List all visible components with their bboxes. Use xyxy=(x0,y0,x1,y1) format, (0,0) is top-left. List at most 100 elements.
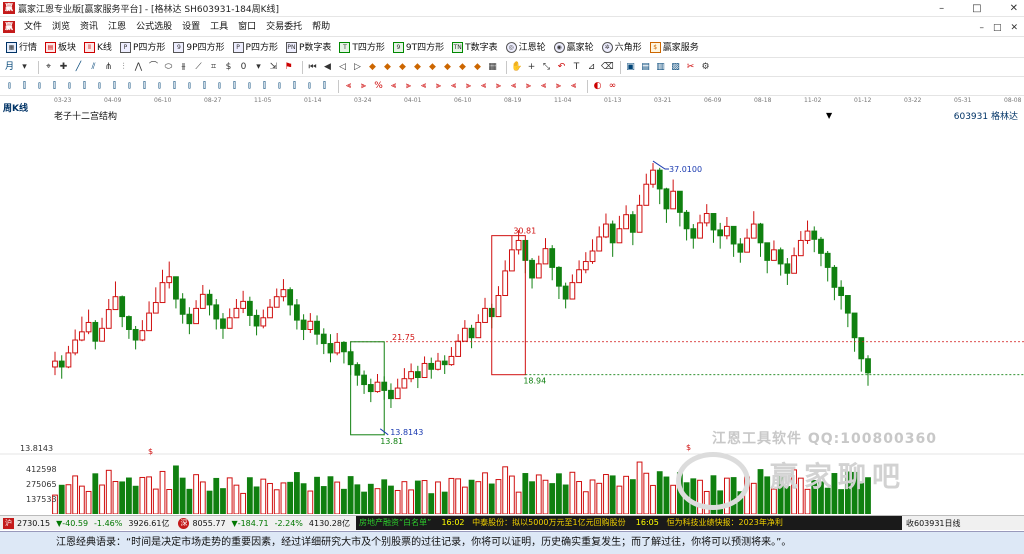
sectors-button[interactable]: ▤ 板块 xyxy=(45,38,76,58)
menu-help[interactable]: 帮助 xyxy=(307,18,335,37)
t-square-button[interactable]: T T四方形 xyxy=(339,38,385,58)
indicator-21-icon[interactable]: ⫾ xyxy=(304,81,315,92)
first-icon[interactable]: ⏮ xyxy=(307,62,318,73)
indicator-15-icon[interactable]: ⫾ xyxy=(214,81,225,92)
chart-tool-12-icon[interactable]: ⫸ xyxy=(523,81,534,92)
period-label[interactable]: 周K线 xyxy=(3,101,28,114)
diamond-1-icon[interactable]: ◆ xyxy=(367,62,378,73)
save-icon[interactable]: ▣ xyxy=(625,62,636,73)
chart-tool-15-icon[interactable]: ⫷ xyxy=(568,81,579,92)
chart-tool-13-icon[interactable]: ⫷ xyxy=(538,81,549,92)
indicator-14-icon[interactable]: ⫿ xyxy=(199,81,210,92)
color-wheel-icon[interactable]: ◐ xyxy=(592,81,603,92)
menu-window[interactable]: 窗口 xyxy=(233,18,261,37)
indicator-1-icon[interactable]: ⫾ xyxy=(4,81,15,92)
9p-square-button[interactable]: 9 9P四方形 xyxy=(173,38,225,58)
indicator-10-icon[interactable]: ⫿ xyxy=(139,81,150,92)
indicator-13-icon[interactable]: ⫾ xyxy=(184,81,195,92)
indicator-5-icon[interactable]: ⫾ xyxy=(64,81,75,92)
chart-tool-5-icon[interactable]: ⫷ xyxy=(418,81,429,92)
indicator-18-icon[interactable]: ⫿ xyxy=(259,81,270,92)
winner-wheel-button[interactable]: ◉ 赢家轮 xyxy=(553,38,594,58)
indicator-4-icon[interactable]: ⫿ xyxy=(49,81,60,92)
infinity-icon[interactable]: ∞ xyxy=(607,81,618,92)
mdi-restore-button[interactable]: □ xyxy=(993,23,1002,33)
hexagon-button[interactable]: ✲ 六角形 xyxy=(601,38,642,58)
9t-square-button[interactable]: 9 9T四方形 xyxy=(392,38,444,58)
step-right-icon[interactable]: ▷ xyxy=(352,62,363,73)
chart-tool-14-icon[interactable]: ⫸ xyxy=(553,81,564,92)
zero-tool-icon[interactable]: 0 xyxy=(238,62,249,73)
menu-settings[interactable]: 设置 xyxy=(177,18,205,37)
fan-tool-icon[interactable]: ⋀ xyxy=(133,62,144,73)
percent-icon[interactable]: % xyxy=(373,81,384,92)
menu-tools[interactable]: 工具 xyxy=(205,18,233,37)
ellipse-tool-icon[interactable]: ⬭ xyxy=(163,62,174,73)
tools-icon[interactable]: ✂ xyxy=(685,62,696,73)
menu-news[interactable]: 资讯 xyxy=(75,18,103,37)
cross-icon[interactable]: ✚ xyxy=(58,62,69,73)
gann-grid-icon[interactable]: ⌗ xyxy=(208,62,219,73)
chart-tool-6-icon[interactable]: ⫸ xyxy=(433,81,444,92)
p-table-button[interactable]: PN P数字表 xyxy=(285,38,331,58)
menu-gann[interactable]: 江恩 xyxy=(103,18,131,37)
chart-tool-1-icon[interactable]: ⫷ xyxy=(343,81,354,92)
close-button[interactable]: ✕ xyxy=(1010,3,1018,14)
p-square2-button[interactable]: P P四方形 xyxy=(232,38,278,58)
indicator-9-icon[interactable]: ⫾ xyxy=(124,81,135,92)
menu-file[interactable]: 文件 xyxy=(19,18,47,37)
menu-browse[interactable]: 浏览 xyxy=(47,18,75,37)
diamond-8-icon[interactable]: ◆ xyxy=(472,62,483,73)
indicator-6-icon[interactable]: ⫿ xyxy=(79,81,90,92)
restore-button[interactable]: □ xyxy=(972,3,981,14)
indicator-11-icon[interactable]: ⫾ xyxy=(154,81,165,92)
service-button[interactable]: $ 赢家服务 xyxy=(649,38,699,58)
erase-icon[interactable]: ⌫ xyxy=(601,62,614,73)
index2-icon[interactable]: 深 xyxy=(178,517,190,529)
line-tool-icon[interactable]: ╱ xyxy=(73,62,84,73)
t-table-button[interactable]: TN T数字表 xyxy=(452,38,498,58)
calendar-grid-icon[interactable]: ▦ xyxy=(487,62,498,73)
indicator-19-icon[interactable]: ⫾ xyxy=(274,81,285,92)
dollar-tool-icon[interactable]: $ xyxy=(223,62,234,73)
gann-fan-icon[interactable]: ⟋ xyxy=(193,62,204,73)
chevron-down-icon[interactable]: ▾ xyxy=(253,62,264,73)
pointer-icon[interactable]: ⌖ xyxy=(43,62,54,73)
indicator-12-icon[interactable]: ⫿ xyxy=(169,81,180,92)
indicator-16-icon[interactable]: ⫿ xyxy=(229,81,240,92)
chart-tool-10-icon[interactable]: ⫸ xyxy=(493,81,504,92)
p-square-button[interactable]: P P四方形 xyxy=(119,38,165,58)
export-icon[interactable]: ▨ xyxy=(670,62,681,73)
chart-tool-8-icon[interactable]: ⫸ xyxy=(463,81,474,92)
indicator-8-icon[interactable]: ⫿ xyxy=(109,81,120,92)
arc-tool-icon[interactable]: ⌒ xyxy=(148,62,159,73)
play-left-icon[interactable]: ◀ xyxy=(322,62,333,73)
step-left-icon[interactable]: ◁ xyxy=(337,62,348,73)
text-icon[interactable]: T xyxy=(571,62,582,73)
chart-tool-9-icon[interactable]: ⫷ xyxy=(478,81,489,92)
period-select[interactable]: 月 xyxy=(4,62,15,73)
fork-tool-icon[interactable]: ⋔ xyxy=(103,62,114,73)
chevron-down-icon[interactable]: ▾ xyxy=(19,62,30,73)
bar-tool-icon[interactable]: ⫶ xyxy=(118,62,129,73)
mdi-minimize-button[interactable]: – xyxy=(979,23,984,33)
indicator-7-icon[interactable]: ⫾ xyxy=(94,81,105,92)
print-icon[interactable]: ▥ xyxy=(655,62,666,73)
undo-icon[interactable]: ↶ xyxy=(556,62,567,73)
channel-tool-icon[interactable]: ⫽ xyxy=(88,62,99,73)
zoom-icon[interactable]: ⤡ xyxy=(541,62,552,73)
settings-icon[interactable]: ⚙ xyxy=(700,62,711,73)
right-status[interactable]: 收603931日线 xyxy=(906,518,961,529)
chart-tool-4-icon[interactable]: ⫸ xyxy=(403,81,414,92)
arrow-tool-icon[interactable]: ⇲ xyxy=(268,62,279,73)
ruler-icon[interactable]: ⊿ xyxy=(586,62,597,73)
minimize-button[interactable]: – xyxy=(939,3,944,14)
index1-icon[interactable]: 沪 xyxy=(3,517,14,529)
diamond-4-icon[interactable]: ◆ xyxy=(412,62,423,73)
indicator-20-icon[interactable]: ⫿ xyxy=(289,81,300,92)
indicator-22-icon[interactable]: ⫿ xyxy=(319,81,330,92)
indicator-3-icon[interactable]: ⫾ xyxy=(34,81,45,92)
kline-button[interactable]: ⫴ K线 xyxy=(84,38,112,58)
diamond-3-icon[interactable]: ◆ xyxy=(397,62,408,73)
diamond-5-icon[interactable]: ◆ xyxy=(427,62,438,73)
